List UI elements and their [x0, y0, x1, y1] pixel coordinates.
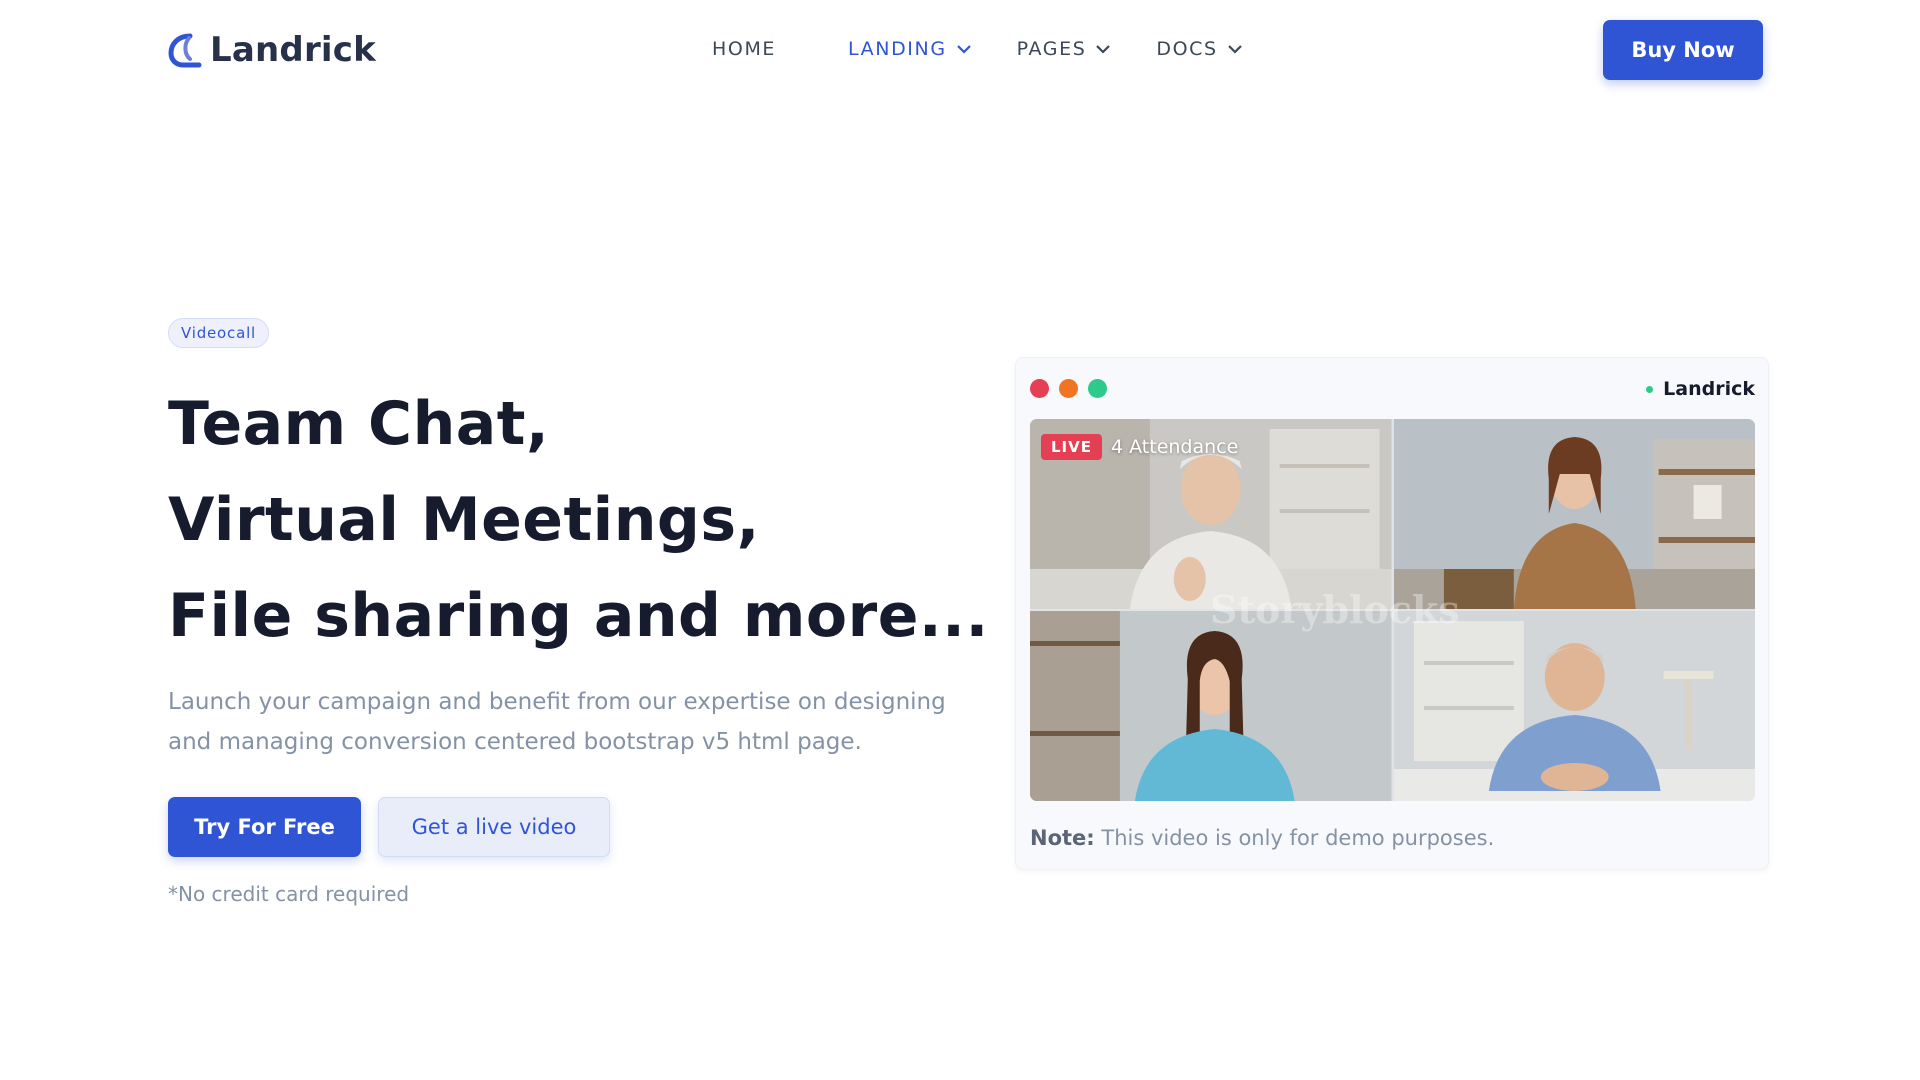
minimize-dot-icon — [1059, 379, 1078, 398]
card-brand: Landrick — [1646, 378, 1755, 400]
participant-video-image — [1393, 611, 1755, 801]
chevron-down-icon — [956, 45, 971, 54]
card-brand-name: Landrick — [1663, 378, 1755, 400]
participant-video-tile[interactable] — [1393, 611, 1755, 801]
participant-video-tile[interactable] — [1393, 419, 1755, 609]
nav-item-label: HOME — [712, 38, 777, 60]
chevron-down-icon — [1227, 45, 1242, 54]
nav-item-docs[interactable]: DOCS — [1156, 38, 1243, 60]
brand-logo[interactable]: Landrick — [168, 30, 376, 70]
hero-headline: Team Chat, Virtual Meetings, File sharin… — [168, 376, 989, 664]
participant-video-tile[interactable] — [1030, 611, 1392, 801]
nav-item-home[interactable]: HOME — [712, 38, 776, 60]
chevron-down-icon — [1096, 45, 1111, 54]
brand-name: Landrick — [210, 30, 376, 70]
no-credit-card-note: *No credit card required — [168, 882, 410, 906]
attendance-count: 4 Attendance — [1111, 436, 1239, 458]
nav-item-label: PAGES — [1016, 38, 1087, 60]
live-indicator: LIVE 4 Attendance — [1041, 434, 1238, 460]
headline-line: Team Chat, — [168, 389, 550, 459]
landrick-logo-icon — [168, 33, 202, 68]
online-status-icon — [1646, 385, 1654, 393]
maximize-dot-icon — [1088, 379, 1107, 398]
buy-now-button[interactable]: Buy Now — [1603, 20, 1763, 80]
hero-description: Launch your campaign and benefit from ou… — [168, 689, 946, 755]
participant-video-image — [1030, 611, 1392, 801]
top-navbar: Landrick HOME LANDING PAGES DOCS Buy Now — [0, 0, 1920, 104]
participant-video-image — [1393, 419, 1755, 609]
try-for-free-button[interactable]: Try For Free — [168, 797, 361, 857]
video-grid[interactable]: LIVE 4 Attendance Storyblocks — [1030, 419, 1755, 801]
demo-disclaimer: Note: This video is only for demo purpos… — [1030, 826, 1494, 850]
headline-line: File sharing and more... — [168, 581, 989, 651]
video-call-card: Landrick LIVE 4 Attendance Storyblocks N… — [1015, 357, 1769, 870]
headline-line: Virtual Meetings, — [168, 485, 760, 555]
category-badge: Videocall — [168, 318, 270, 348]
window-controls — [1030, 379, 1107, 398]
nav-item-landing[interactable]: LANDING — [848, 38, 973, 60]
nav-item-pages[interactable]: PAGES — [1017, 38, 1113, 60]
disclaimer-text: This video is only for demo purposes. — [1101, 826, 1495, 850]
get-live-video-button[interactable]: Get a live video — [378, 797, 610, 857]
disclaimer-label: Note: — [1030, 826, 1095, 850]
close-dot-icon — [1030, 379, 1049, 398]
nav-item-label: DOCS — [1156, 38, 1218, 60]
live-badge: LIVE — [1041, 434, 1102, 460]
nav-item-label: LANDING — [848, 38, 947, 60]
main-nav: HOME LANDING PAGES DOCS — [712, 38, 1244, 60]
video-watermark: Storyblocks — [1210, 587, 1460, 632]
